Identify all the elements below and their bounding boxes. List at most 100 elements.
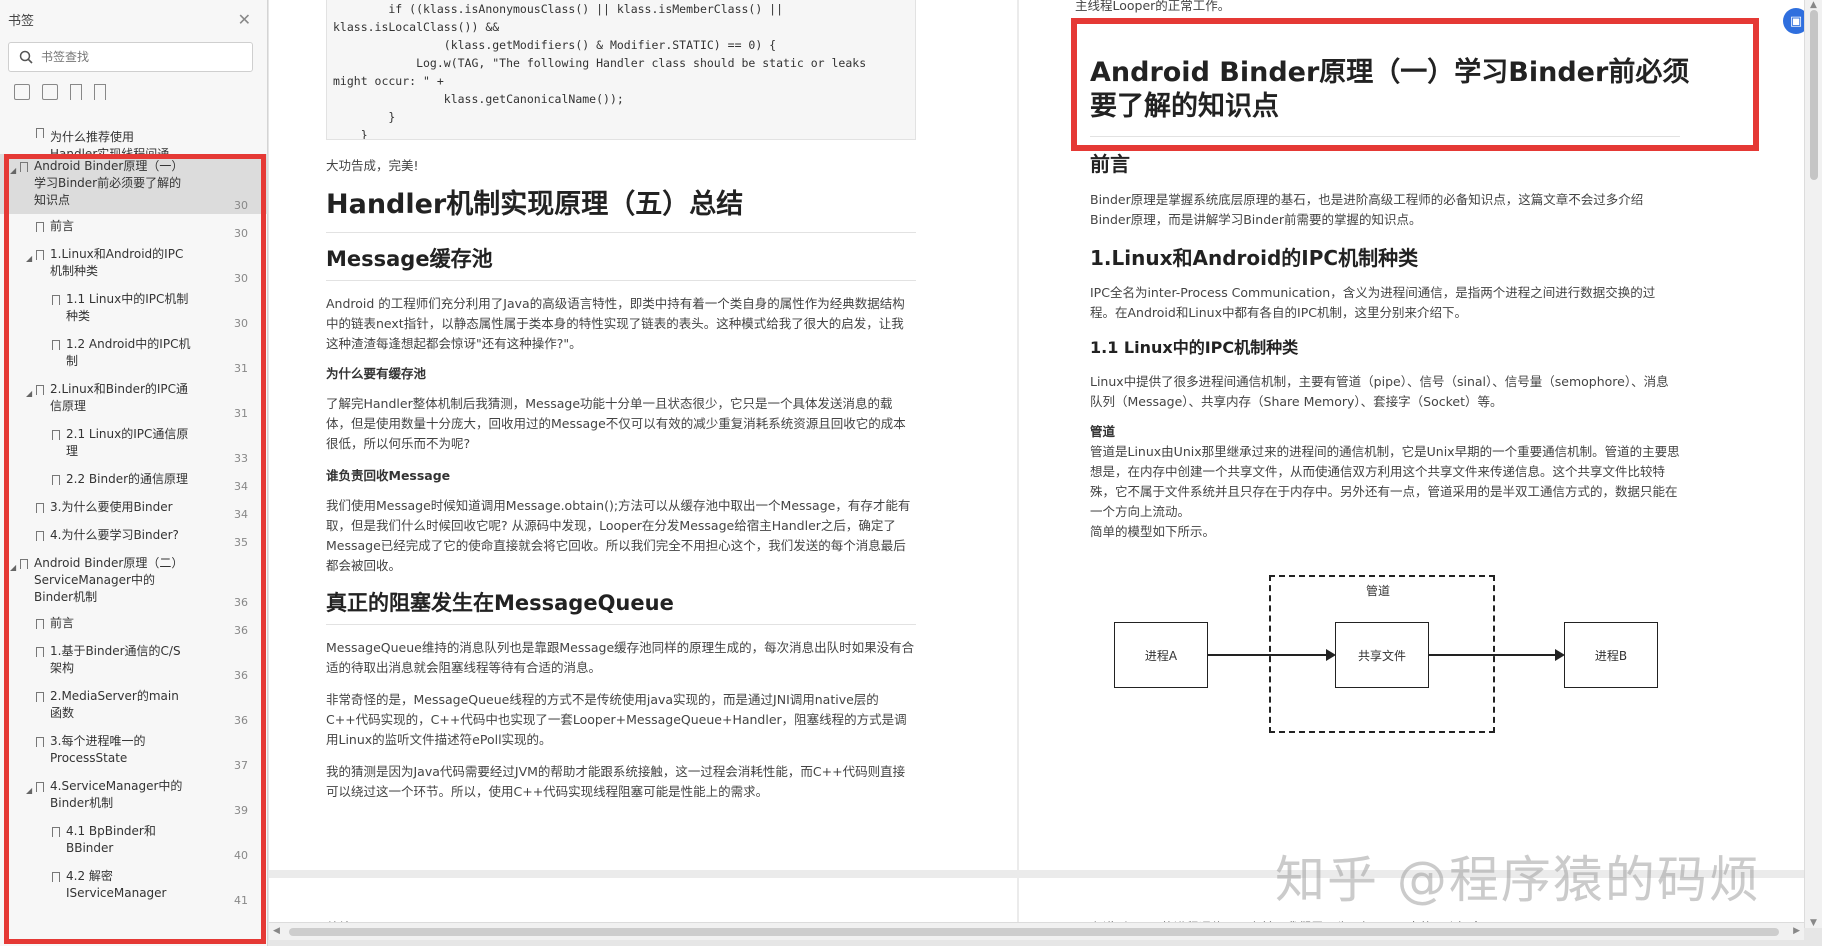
code-line: if ((klass.isAnonymousClass() || klass.i…: [333, 2, 784, 16]
scroll-right-icon[interactable]: ▶: [1793, 926, 1800, 936]
pdf-page-left-next: 总结: [269, 878, 1017, 928]
heading-binder-title: Android Binder原理（一）学习Binder前必须要了解的知识点: [1090, 57, 1690, 122]
bookmark-item[interactable]: 为什么推荐使用Handler实现线程间通信: [0, 120, 268, 178]
bookmark-item[interactable]: 前言 30: [0, 214, 268, 242]
bookmark-item-icon: [36, 250, 44, 260]
subheading-pipe: 管道: [1090, 424, 1116, 439]
pipe-label: 管道: [1366, 584, 1391, 598]
add-bookmark-icon[interactable]: [70, 84, 82, 100]
arrow-file-to-b: [1429, 654, 1555, 656]
bookmark-item-icon: [20, 559, 28, 569]
arrow-head-icon: [1326, 649, 1336, 661]
bookmark-item[interactable]: ◢ Android Binder原理（二）ServiceManager中的Bin…: [0, 551, 268, 611]
scroll-up-icon[interactable]: ▲: [1810, 0, 1817, 10]
paragraph-model: 简单的模型如下所示。: [1090, 524, 1216, 539]
bookmark-item[interactable]: 1.1 Linux中的IPC机制种类 30: [0, 287, 268, 332]
collapse-arrow-icon: ◢: [10, 563, 17, 572]
heading-ipc-kinds: 1.Linux和Android的IPC机制种类: [1090, 246, 1419, 270]
vertical-scroll-thumb[interactable]: [1810, 10, 1818, 180]
bookmark-item[interactable]: 4.为什么要学习Binder? 35: [0, 523, 268, 551]
search-icon: [19, 50, 33, 64]
bookmark-item[interactable]: 2.1 Linux的IPC通信原理 33: [0, 422, 268, 467]
bookmark-item-icon: [36, 782, 44, 792]
paragraph-why-cache: 了解完Handler整体机制后我猜测，Message功能十分单一且状态很少，它只…: [326, 396, 906, 451]
heading-message-cache: Message缓存池: [326, 247, 493, 271]
sidebar-toolbar: [0, 72, 267, 112]
bookmark-item[interactable]: 2.MediaServer的main函数 36: [0, 684, 268, 729]
pdf-page-right-next: 在讲到Linux的进程通信原理之前，我们需要先了解Linux中的几个概念。: [1019, 878, 1804, 928]
process-a-box: 进程A: [1114, 622, 1208, 688]
bookmark-item-icon: [36, 531, 44, 541]
bookmark-item[interactable]: 4.2 解密IServiceManager 41: [0, 864, 268, 909]
bookmark-item-icon: [36, 128, 44, 138]
subheading-who-recycle: 谁负责回收Message: [326, 468, 451, 483]
bookmark-item-icon: [20, 162, 28, 172]
done-text: 大功告成，完美!: [326, 158, 419, 173]
bookmark-item-icon: [52, 475, 60, 485]
heading-linux-ipc: 1.1 Linux中的IPC机制种类: [1090, 338, 1299, 357]
heading-handler-summary: Handler机制实现原理（五）总结: [326, 189, 744, 220]
collapse-arrow-icon: ◢: [26, 786, 33, 795]
paragraph-ipc: IPC全名为inter-Process Communication，含义为进程间…: [1090, 285, 1656, 320]
code-line: }: [333, 110, 396, 124]
divider: [326, 280, 916, 281]
bookmark-item-icon: [36, 619, 44, 629]
bookmark-item-icon: [52, 827, 60, 837]
bookmark-item[interactable]: 1.2 Android中的IPC机制 31: [0, 332, 268, 377]
bookmark-item-icon: [36, 647, 44, 657]
top-text: 主线程Looper的正常工作。: [1075, 0, 1231, 13]
bookmark-list: 为什么推荐使用Handler实现线程间通信 ◢ Android Binder原理…: [0, 120, 268, 946]
pipe-diagram: 管道 进程A 共享文件 进程B: [1090, 560, 1680, 770]
collapse-arrow-icon: ◢: [26, 389, 33, 398]
expand-all-icon[interactable]: [14, 84, 30, 100]
bookmark-item[interactable]: 2.2 Binder的通信原理 34: [0, 467, 268, 495]
subheading-why-cache: 为什么要有缓存池: [326, 366, 427, 381]
bookmark-item-selected[interactable]: ◢ Android Binder原理（一）学习Binder前必须要了解的知识点 …: [0, 154, 268, 214]
horizontal-scrollbar[interactable]: ◀ ▶: [269, 922, 1804, 940]
bookmark-item-icon: [36, 222, 44, 232]
code-block: if ((klass.isAnonymousClass() || klass.i…: [326, 0, 916, 140]
pdf-page-left: if ((klass.isAnonymousClass() || klass.i…: [269, 0, 1017, 870]
bookmark-item[interactable]: 4.1 BpBinder和BBinder 40: [0, 819, 268, 864]
bookmark-sidebar: 书签 ✕ 为什么推荐使用Handler实现线程间通信 ◢ Andr: [0, 0, 268, 946]
bookmark-item-icon: [52, 340, 60, 350]
code-line: klass.isLocalClass()) &&: [333, 20, 500, 34]
bookmark-item-icon: [52, 872, 60, 882]
bookmark-item[interactable]: 3.每个进程唯一的ProcessState 37: [0, 729, 268, 774]
document-viewport[interactable]: if ((klass.isAnonymousClass() || klass.i…: [269, 0, 1804, 928]
code-line: Log.w(TAG, "The following Handler class …: [333, 56, 867, 70]
sidebar-title: 书签: [8, 13, 35, 29]
paragraph-cache: Android 的工程师们充分利用了Java的高级语言特性，即类中持有着一个类自…: [326, 296, 905, 351]
bookmark-item[interactable]: ◢ 4.ServiceManager中的Binder机制 39: [0, 774, 268, 819]
bookmark-item[interactable]: 3.为什么要使用Binder 34: [0, 495, 268, 523]
arrow-a-to-file: [1208, 654, 1326, 656]
paragraph-blocking-1: MessageQueue维持的消息队列也是靠跟Message缓存池同样的原理生成…: [326, 640, 915, 675]
arrow-head-icon: [1555, 649, 1565, 661]
bookmark-item-icon: [36, 737, 44, 747]
collapse-all-icon[interactable]: [42, 84, 58, 100]
divider: [326, 232, 916, 233]
bookmark-search-box[interactable]: [8, 42, 253, 72]
bookmark-search-input[interactable]: [41, 50, 221, 64]
bookmark-item[interactable]: 1.基于Binder通信的C/S架构 36: [0, 639, 268, 684]
scroll-down-icon[interactable]: ▼: [1810, 918, 1817, 928]
bookmark-item[interactable]: ◢ 1.Linux和Android的IPC机制种类 30: [0, 242, 268, 287]
bookmark-item-icon: [36, 385, 44, 395]
bookmark-item-icon: [36, 692, 44, 702]
heading-blocking: 真正的阻塞发生在MessageQueue: [326, 591, 674, 615]
code-line: klass.getCanonicalName());: [333, 92, 624, 106]
close-icon[interactable]: ✕: [238, 10, 251, 29]
bookmark-icon[interactable]: [94, 84, 106, 100]
code-line: might occur: " +: [333, 74, 444, 88]
scroll-left-icon[interactable]: ◀: [273, 926, 280, 936]
bookmark-item-icon: [36, 503, 44, 513]
heading-preface: 前言: [1090, 152, 1130, 176]
code-line: }: [333, 128, 368, 140]
horizontal-scroll-thumb[interactable]: [289, 928, 1779, 936]
bookmark-item[interactable]: ◢ 2.Linux和Binder的IPC通信原理 31: [0, 377, 268, 422]
vertical-scrollbar[interactable]: ▲ ▼: [1804, 0, 1822, 928]
paragraph-blocking-3: 我的猜测是因为Java代码需要经过JVM的帮助才能跟系统接触，这一过程会消耗性能…: [326, 764, 906, 799]
divider: [326, 624, 916, 625]
bookmark-item[interactable]: 前言 36: [0, 611, 268, 639]
pdf-page-right: 主线程Looper的正常工作。 Android Binder原理（一）学习Bin…: [1019, 0, 1804, 870]
